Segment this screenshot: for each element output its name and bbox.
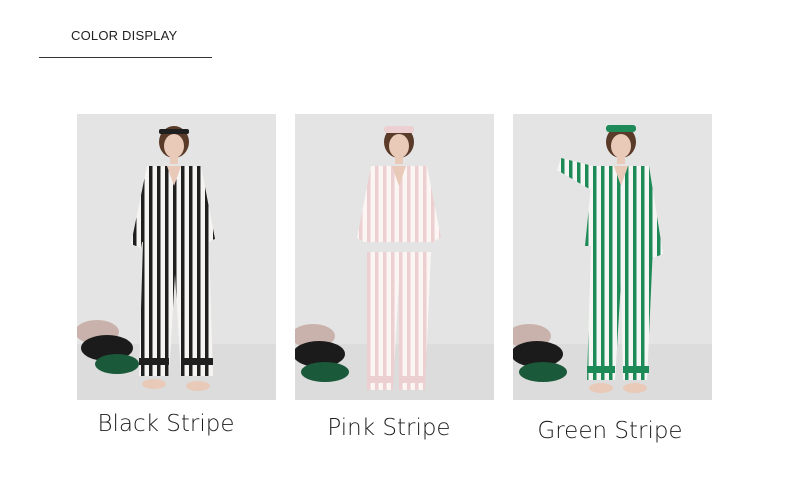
- pajama-image-green: [513, 114, 712, 400]
- product-photo-pink-stripe[interactable]: [295, 114, 494, 400]
- product-photo-green-stripe[interactable]: [513, 114, 712, 400]
- pajama-image-black: [77, 114, 276, 400]
- title-underline: [39, 57, 212, 58]
- section-title: COLOR DISPLAY: [71, 28, 178, 43]
- caption-green-stripe: Green Stripe: [537, 418, 683, 444]
- caption-black-stripe: Black Stripe: [97, 411, 235, 437]
- product-photo-black-stripe[interactable]: [77, 114, 276, 400]
- caption-pink-stripe: Pink Stripe: [327, 415, 451, 441]
- pajama-image-pink: [295, 114, 494, 400]
